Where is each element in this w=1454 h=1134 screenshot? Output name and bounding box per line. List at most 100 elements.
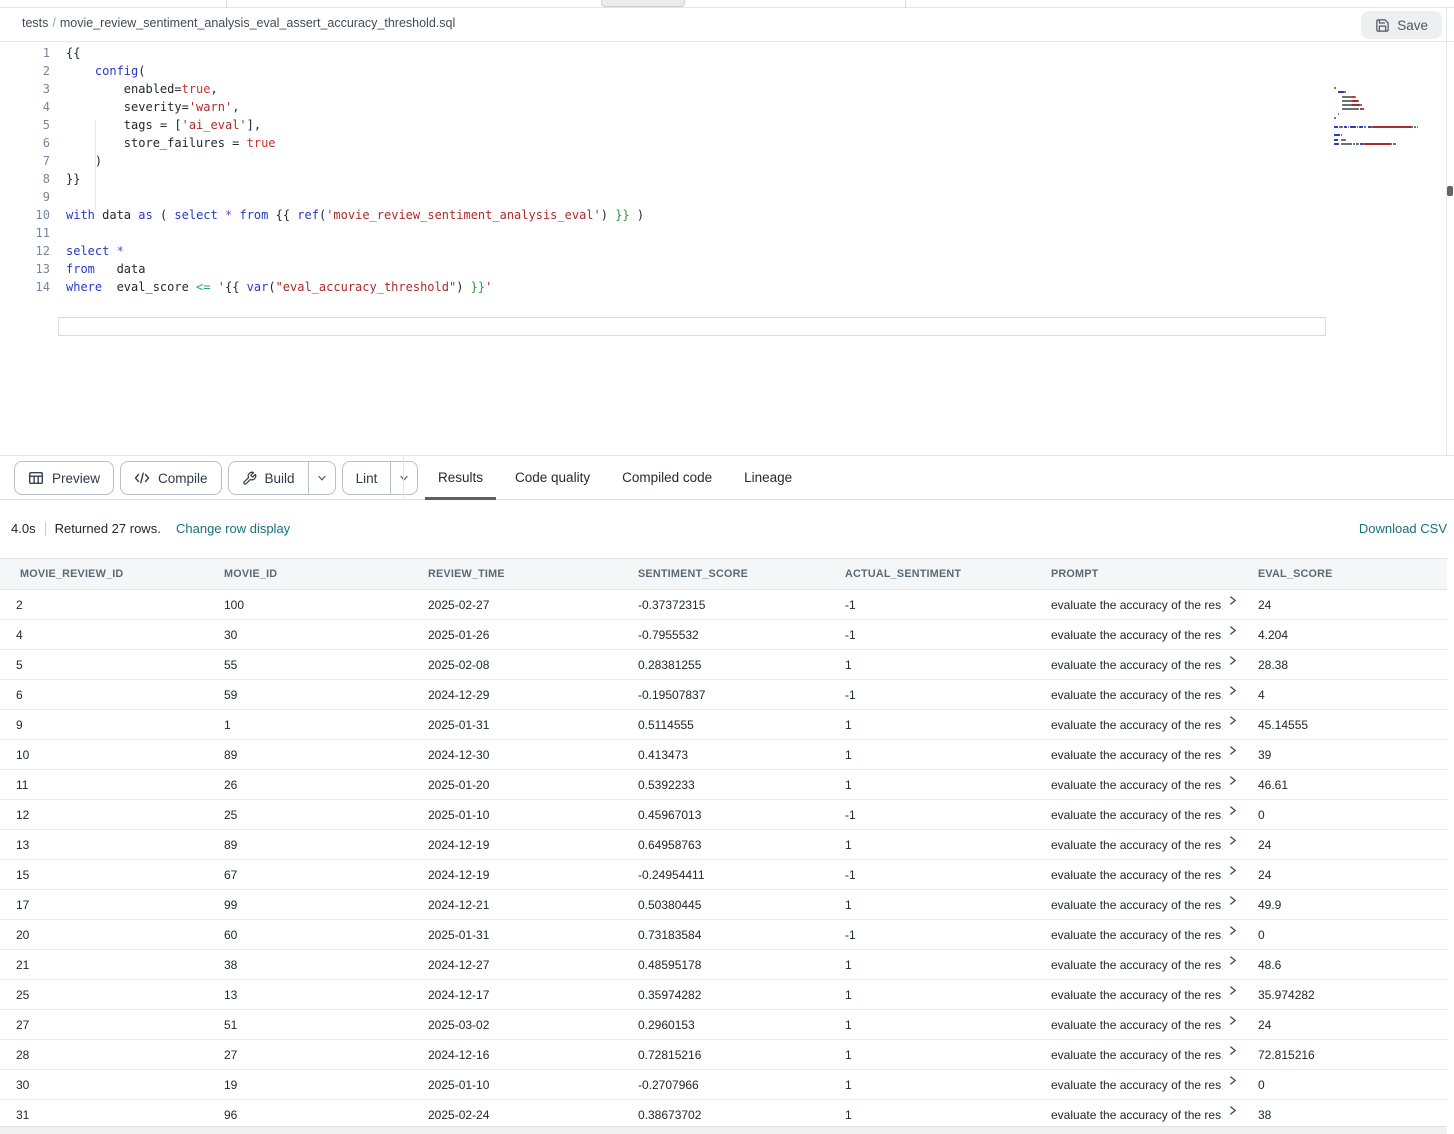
table-row[interactable]: 13892024-12-190.649587631evaluate the ac… — [0, 830, 1447, 860]
cell-eval-score: 35.974282 — [1242, 980, 1447, 1009]
prompt-expand-button[interactable] — [1228, 685, 1237, 696]
prompt-preview-text: evaluate the accuracy of the res… — [1051, 778, 1223, 792]
prompt-expand-button[interactable] — [1228, 925, 1237, 936]
cell-movie-id: 55 — [208, 650, 412, 679]
file-tab-strip — [0, 0, 1454, 8]
preview-button-main[interactable]: Preview — [15, 462, 113, 494]
cell-movie-review-id: 11 — [0, 770, 208, 799]
breadcrumb-folder[interactable]: tests — [22, 16, 48, 30]
cell-prompt: evaluate the accuracy of the res… — [1035, 920, 1242, 949]
code-line[interactable]: config( — [66, 62, 644, 80]
prompt-expand-button[interactable] — [1228, 1015, 1237, 1026]
lint-dropdown-button[interactable] — [391, 462, 417, 494]
table-row[interactable]: 912025-01-310.51145551evaluate the accur… — [0, 710, 1447, 740]
vertical-scrollbar-thumb[interactable] — [1447, 186, 1453, 196]
prompt-expand-button[interactable] — [1228, 655, 1237, 666]
table-row[interactable]: 12252025-01-100.45967013-1evaluate the a… — [0, 800, 1447, 830]
tab-code-quality[interactable]: Code quality — [502, 456, 603, 499]
prompt-expand-button[interactable] — [1228, 985, 1237, 996]
table-row[interactable]: 30192025-01-10-0.27079661evaluate the ac… — [0, 1070, 1447, 1100]
line-number: 9 — [0, 188, 50, 206]
build-button[interactable]: Build — [228, 461, 336, 495]
cell-prompt: evaluate the accuracy of the res… — [1035, 1100, 1242, 1129]
cell-review-time: 2025-03-02 — [412, 1010, 622, 1039]
compile-button[interactable]: Compile — [120, 461, 222, 495]
cell-sentiment-score: 0.2960153 — [622, 1010, 829, 1039]
table-row[interactable]: 20602025-01-310.73183584-1evaluate the a… — [0, 920, 1447, 950]
line-number: 4 — [0, 98, 50, 116]
table-row[interactable]: 25132024-12-170.359742821evaluate the ac… — [0, 980, 1447, 1010]
chevron-right-icon — [1228, 955, 1237, 966]
build-dropdown-button[interactable] — [309, 462, 335, 494]
cell-actual-sentiment: 1 — [829, 950, 1035, 979]
lint-button-main[interactable]: Lint — [343, 462, 391, 494]
table-row[interactable]: 27512025-03-020.29601531evaluate the acc… — [0, 1010, 1447, 1040]
status-divider — [45, 522, 46, 536]
prompt-expand-button[interactable] — [1228, 595, 1237, 606]
table-row[interactable]: 6592024-12-29-0.19507837-1evaluate the a… — [0, 680, 1447, 710]
editor-code[interactable]: {{ config( enabled=true, severity='warn'… — [66, 44, 644, 296]
table-row[interactable]: 21002025-02-27-0.37372315-1evaluate the … — [0, 590, 1447, 620]
horizontal-scrollbar[interactable] — [0, 1126, 1447, 1134]
code-editor[interactable]: 1234567891011121314 {{ config( enabled=t… — [0, 42, 1454, 456]
code-line[interactable] — [66, 188, 644, 206]
cell-eval-score: 46.61 — [1242, 770, 1447, 799]
editor-minimap[interactable] — [1334, 87, 1442, 147]
table-row[interactable]: 15672024-12-19-0.24954411-1evaluate the … — [0, 860, 1447, 890]
cell-movie-id: 100 — [208, 590, 412, 619]
prompt-expand-button[interactable] — [1228, 805, 1237, 816]
code-line[interactable]: severity='warn', — [66, 98, 644, 116]
change-row-display-link[interactable]: Change row display — [176, 521, 290, 536]
chevron-right-icon — [1228, 985, 1237, 996]
code-line[interactable]: select * — [66, 242, 644, 260]
tab-compiled-code[interactable]: Compiled code — [609, 456, 725, 499]
build-button-main[interactable]: Build — [229, 462, 308, 494]
table-row[interactable]: 28272024-12-160.728152161evaluate the ac… — [0, 1040, 1447, 1070]
prompt-expand-button[interactable] — [1228, 1075, 1237, 1086]
cell-movie-review-id: 5 — [0, 650, 208, 679]
prompt-expand-button[interactable] — [1228, 775, 1237, 786]
compile-button-main[interactable]: Compile — [121, 462, 221, 494]
table-row[interactable]: 5552025-02-080.283812551evaluate the acc… — [0, 650, 1447, 680]
prompt-expand-button[interactable] — [1228, 835, 1237, 846]
table-row[interactable]: 11262025-01-200.53922331evaluate the acc… — [0, 770, 1447, 800]
prompt-expand-button[interactable] — [1228, 895, 1237, 906]
table-row[interactable]: 10892024-12-300.4134731evaluate the accu… — [0, 740, 1447, 770]
save-button[interactable]: Save — [1361, 11, 1442, 39]
code-line[interactable]: {{ — [66, 44, 644, 62]
code-line[interactable]: with data as ( select * from {{ ref('mov… — [66, 206, 644, 224]
prompt-expand-button[interactable] — [1228, 865, 1237, 876]
prompt-expand-button[interactable] — [1228, 745, 1237, 756]
prompt-expand-button[interactable] — [1228, 955, 1237, 966]
preview-button[interactable]: Preview — [14, 461, 114, 495]
prompt-expand-button[interactable] — [1228, 1045, 1237, 1056]
cell-actual-sentiment: -1 — [829, 620, 1035, 649]
tab-lineage[interactable]: Lineage — [731, 456, 805, 499]
download-csv-link[interactable]: Download CSV — [1359, 521, 1447, 536]
code-line[interactable]: where eval_score <= '{{ var("eval_accura… — [66, 278, 644, 296]
lint-button[interactable]: Lint — [342, 461, 419, 495]
code-line[interactable]: }} — [66, 170, 644, 188]
code-line[interactable]: from data — [66, 260, 644, 278]
prompt-expand-button[interactable] — [1228, 715, 1237, 726]
tab-results[interactable]: Results — [425, 456, 496, 499]
code-line[interactable] — [66, 224, 644, 242]
code-line[interactable]: enabled=true, — [66, 80, 644, 98]
cell-movie-id: 13 — [208, 980, 412, 1009]
prompt-expand-button[interactable] — [1228, 625, 1237, 636]
cell-review-time: 2025-01-31 — [412, 710, 622, 739]
table-row[interactable]: 17992024-12-210.503804451evaluate the ac… — [0, 890, 1447, 920]
prompt-preview-text: evaluate the accuracy of the res… — [1051, 928, 1223, 942]
chevron-right-icon — [1228, 805, 1237, 816]
code-line[interactable]: store_failures = true — [66, 134, 644, 152]
cell-prompt: evaluate the accuracy of the res… — [1035, 860, 1242, 889]
code-line[interactable]: ) — [66, 152, 644, 170]
prompt-expand-button[interactable] — [1228, 1105, 1237, 1116]
table-row[interactable]: 21382024-12-270.485951781evaluate the ac… — [0, 950, 1447, 980]
table-row[interactable]: 4302025-01-26-0.7955532-1evaluate the ac… — [0, 620, 1447, 650]
cell-actual-sentiment: 1 — [829, 1100, 1035, 1129]
compile-button-label: Compile — [158, 471, 208, 486]
cell-prompt: evaluate the accuracy of the res… — [1035, 770, 1242, 799]
code-line[interactable]: tags = ['ai_eval'], — [66, 116, 644, 134]
cell-actual-sentiment: 1 — [829, 980, 1035, 1009]
